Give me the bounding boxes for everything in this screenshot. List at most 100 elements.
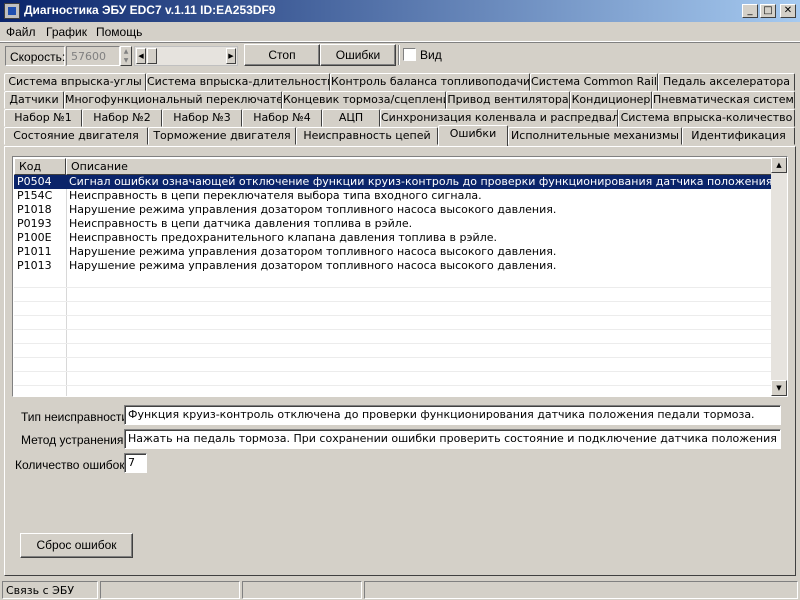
tab-set-2[interactable]: Набор №2	[82, 109, 162, 127]
tab-fuel-balance[interactable]: Контроль баланса топливоподачи	[330, 73, 530, 91]
tab-set-4[interactable]: Набор №4	[242, 109, 322, 127]
tab-errors[interactable]: Ошибки	[438, 125, 508, 146]
scroll-down-icon[interactable]: ▼	[771, 380, 787, 396]
speed-input[interactable]: 57600	[66, 46, 120, 66]
reset-errors-button[interactable]: Сброс ошибок	[20, 533, 133, 558]
grid-line	[14, 301, 773, 302]
tab-row-1: Система впрыска-углы Система впрыска-дли…	[0, 73, 800, 91]
status-cell	[100, 581, 240, 599]
tab-accelerator-pedal[interactable]: Педаль акселератора	[658, 73, 795, 91]
tab-fan-drive[interactable]: Привод вентилятора	[446, 91, 570, 109]
tab-injection-quantity[interactable]: Система впрыска-количество	[618, 109, 795, 127]
error-description: Нарушение режима управления дозатором то…	[69, 259, 557, 272]
spin-down-icon[interactable]: ▼	[121, 56, 131, 65]
scroll-left-icon[interactable]: ◀	[136, 48, 146, 64]
errors-list-header: Код Описание	[14, 158, 773, 175]
menu-chart[interactable]: График	[46, 25, 87, 39]
table-row[interactable]: P1013 Нарушение режима управления дозато…	[14, 259, 773, 273]
app-icon[interactable]	[4, 3, 20, 19]
minimize-icon: _	[747, 5, 753, 16]
tab-sensors[interactable]: Датчики	[4, 91, 64, 109]
error-description: Неисправность в цепи датчика давления то…	[69, 217, 413, 230]
fault-type-label: Тип неисправности:	[21, 410, 132, 424]
error-description: Нарушение режима управления дозатором то…	[69, 245, 557, 258]
error-count-label: Количество ошибок:	[15, 458, 128, 472]
fix-method-field[interactable]: Нажать на педаль тормоза. При сохранении…	[124, 429, 781, 449]
spin-up-icon[interactable]: ▲	[121, 47, 131, 56]
view-checkbox[interactable]	[403, 48, 416, 61]
scroll-right-icon[interactable]: ▶	[226, 48, 236, 64]
error-code: P1013	[17, 259, 52, 272]
error-description: Нарушение режима управления дозатором то…	[69, 203, 557, 216]
tab-row-4: Состояние двигателя Торможение двигателя…	[0, 125, 800, 146]
tab-set-3[interactable]: Набор №3	[162, 109, 242, 127]
maximize-button[interactable]: □	[760, 4, 776, 18]
error-description: Сигнал ошибки означающей отключение функ…	[69, 175, 771, 188]
grid-line	[14, 357, 773, 358]
tab-engine-state[interactable]: Состояние двигателя	[4, 127, 148, 145]
error-code: P1011	[17, 245, 52, 258]
title-bar: Диагностика ЭБУ EDC7 v.1.11 ID:EA253DF9 …	[0, 0, 800, 22]
error-count-field[interactable]: 7	[124, 453, 147, 473]
grid-line	[14, 371, 773, 372]
fix-method-label: Метод устранения:	[21, 433, 127, 447]
tab-injection-angles[interactable]: Система впрыска-углы	[4, 73, 146, 91]
maximize-icon: □	[763, 5, 773, 16]
status-cell	[364, 581, 798, 599]
fault-type-field[interactable]: Функция круиз-контроль отключена до пров…	[124, 405, 781, 425]
tab-multifunction-switch[interactable]: Многофункциональный переключатель	[64, 91, 282, 109]
tab-adc[interactable]: АЦП	[322, 109, 380, 127]
grid-line	[14, 343, 773, 344]
error-code: P1018	[17, 203, 52, 216]
scroll-thumb[interactable]	[147, 48, 157, 64]
column-code[interactable]: Код	[14, 158, 66, 175]
error-code: P100E	[17, 231, 52, 244]
tab-injection-duration[interactable]: Система впрыска-длительность	[146, 73, 330, 91]
close-icon: ✕	[783, 5, 793, 16]
tab-actuators[interactable]: Исполнительные механизмы	[508, 127, 682, 145]
error-description: Неисправность предохранительного клапана…	[69, 231, 497, 244]
grid-line	[14, 287, 773, 288]
tab-common-rail[interactable]: Система Common Rail	[530, 73, 658, 91]
table-row[interactable]: P0193 Неисправность в цепи датчика давле…	[14, 217, 773, 231]
menu-bar: Файл График Помощь	[0, 22, 800, 42]
view-checkbox-label: Вид	[420, 48, 442, 62]
error-code: P0193	[17, 217, 52, 230]
table-row[interactable]: P0504 Сигнал ошибки означающей отключени…	[14, 175, 773, 189]
grid-line	[14, 329, 773, 330]
tab-air-conditioner[interactable]: Кондиционер	[570, 91, 652, 109]
tab-row-2: Датчики Многофункциональный переключател…	[0, 91, 800, 109]
column-description[interactable]: Описание	[66, 158, 773, 175]
table-row[interactable]: P1011 Нарушение режима управления дозато…	[14, 245, 773, 259]
window-title: Диагностика ЭБУ EDC7 v.1.11 ID:EA253DF9	[24, 3, 276, 17]
grid-line	[14, 385, 773, 386]
tab-brake-switch[interactable]: Концевик тормоза/сцепления	[282, 91, 446, 109]
errors-list-scrollbar[interactable]: ▲ ▼	[771, 157, 787, 396]
error-code: P0504	[17, 175, 52, 188]
status-connection: Связь с ЭБУ	[2, 581, 98, 599]
table-row[interactable]: P154C Неисправность в цепи переключателя…	[14, 189, 773, 203]
tab-identification[interactable]: Идентификация	[682, 127, 795, 145]
toolbar-separator	[398, 45, 400, 65]
stop-button[interactable]: Стоп	[244, 44, 320, 66]
status-bar: Связь с ЭБУ	[0, 579, 800, 600]
errors-list[interactable]: Код Описание P0504 Сигнал ошибки означаю…	[12, 156, 788, 397]
table-row[interactable]: P100E Неисправность предохранительного к…	[14, 231, 773, 245]
menu-file[interactable]: Файл	[6, 25, 36, 39]
menu-help[interactable]: Помощь	[96, 25, 142, 39]
tab-row-3: Набор №1 Набор №2 Набор №3 Набор №4 АЦП …	[0, 109, 800, 127]
errors-button[interactable]: Ошибки	[320, 44, 396, 66]
close-button[interactable]: ✕	[780, 4, 796, 18]
scroll-up-icon[interactable]: ▲	[771, 157, 787, 173]
status-cell	[242, 581, 362, 599]
table-row[interactable]: P1018 Нарушение режима управления дозато…	[14, 203, 773, 217]
speed-scrollbar[interactable]: ◀ ▶	[134, 46, 238, 66]
minimize-button[interactable]: _	[742, 4, 758, 18]
tab-circuit-faults[interactable]: Неисправность цепей	[296, 127, 438, 145]
tab-engine-braking[interactable]: Торможение двигателя	[148, 127, 296, 145]
error-code: P154C	[17, 189, 53, 202]
speed-spinner[interactable]: ▲ ▼	[120, 46, 132, 66]
tab-set-1[interactable]: Набор №1	[4, 109, 82, 127]
speed-label: Скорость:	[5, 46, 65, 66]
tab-pneumatic-system[interactable]: Пневматическая система	[652, 91, 795, 109]
